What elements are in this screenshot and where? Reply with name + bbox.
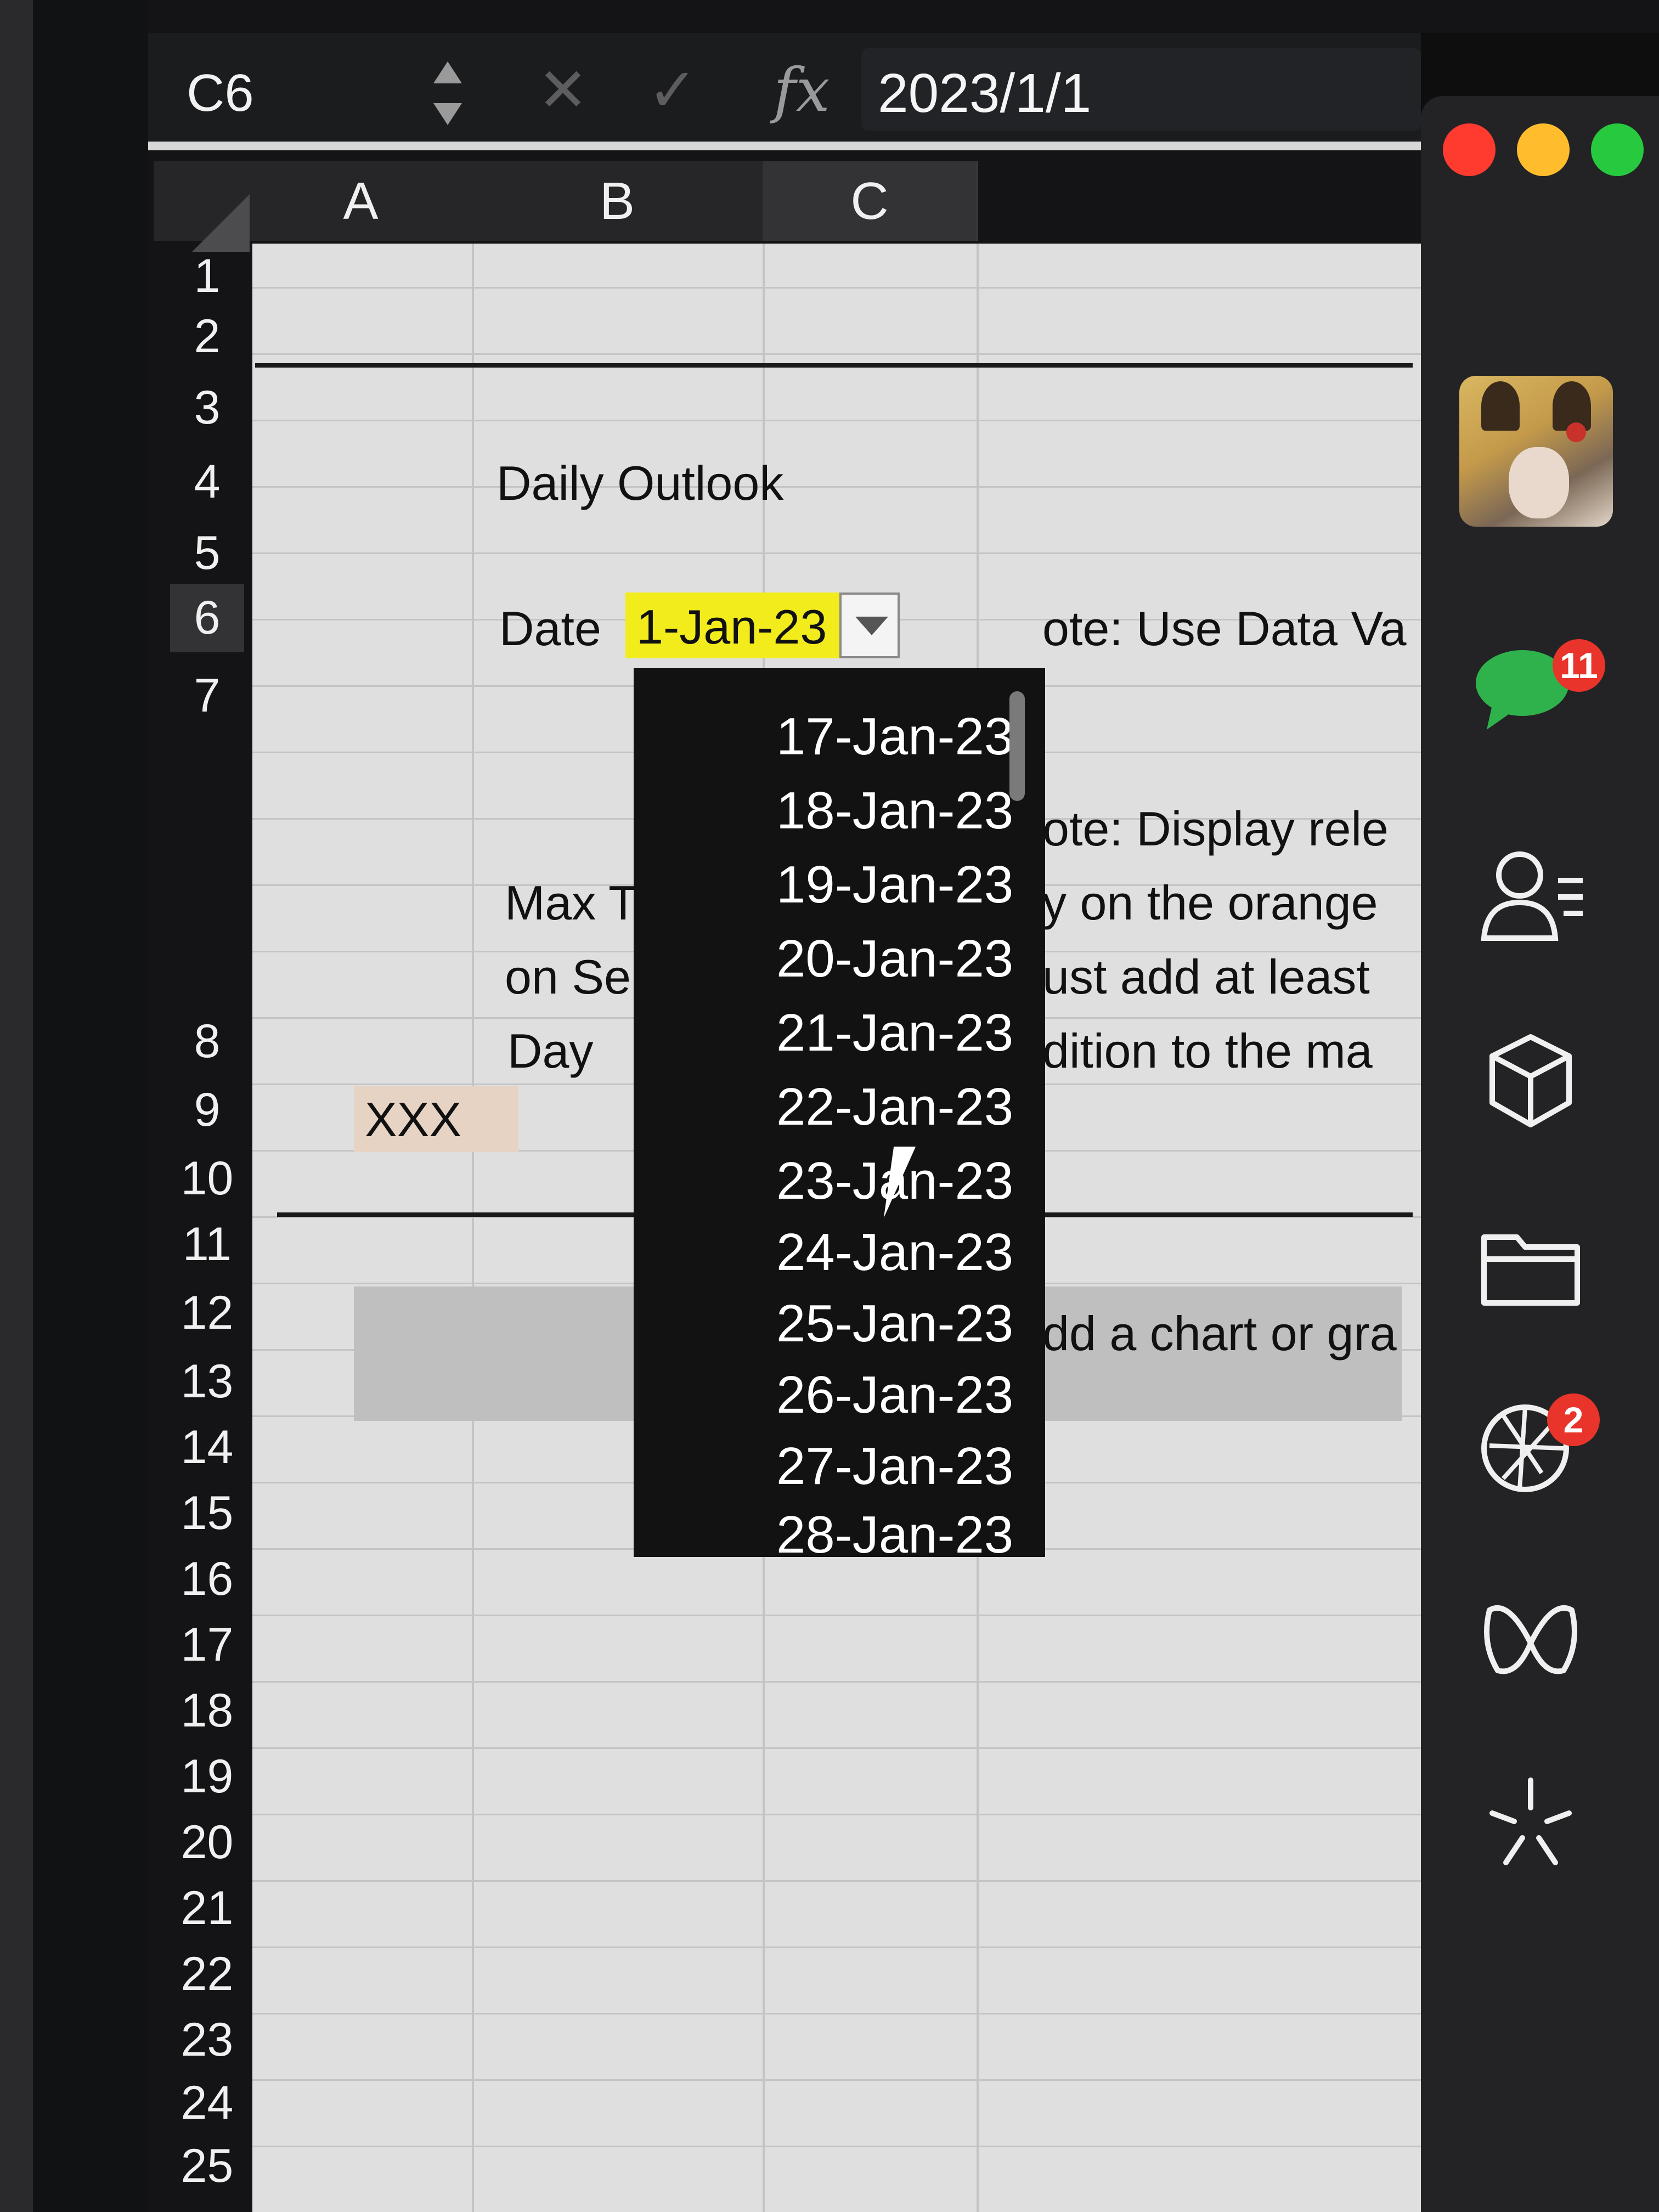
row-header-15[interactable]: 15	[170, 1486, 244, 1541]
dropdown-option[interactable]: 25-Jan-23	[776, 1294, 1013, 1354]
messages-badge: 11	[1553, 639, 1605, 692]
row-header-23[interactable]: 23	[170, 2013, 244, 2067]
row-header-25[interactable]: 25	[170, 2139, 244, 2193]
note-display-line1[interactable]: ote: Display rele	[1042, 801, 1389, 857]
row-header-12[interactable]: 12	[170, 1286, 244, 1340]
avatar-face	[1509, 447, 1569, 518]
dropdown-option[interactable]: 21-Jan-23	[776, 1003, 1013, 1063]
row-header-5[interactable]: 5	[170, 526, 244, 580]
dropdown-option[interactable]: 28-Jan-23	[776, 1505, 1013, 1557]
dropdown-button[interactable]	[839, 592, 900, 658]
contacts-icon[interactable]	[1470, 842, 1591, 952]
row-header-22[interactable]: 22	[170, 1947, 244, 2001]
dropdown-option[interactable]: 24-Jan-23	[776, 1222, 1013, 1283]
row-header-10[interactable]: 10	[170, 1152, 244, 1206]
date-label[interactable]: Date	[499, 601, 601, 657]
title-daily-outlook[interactable]: Daily Outlook	[496, 455, 783, 511]
note-data-validation[interactable]: ote: Use Data Va	[1042, 601, 1407, 657]
result-cell[interactable]: XXX	[354, 1086, 518, 1152]
dropdown-option[interactable]: 19-Jan-23	[776, 855, 1013, 915]
row-header-4[interactable]: 4	[170, 455, 244, 509]
row-header-6[interactable]: 6	[170, 584, 244, 652]
row-header-8[interactable]: 8	[170, 1014, 244, 1069]
row-header-14[interactable]: 14	[170, 1420, 244, 1475]
column-header-b[interactable]: B	[472, 161, 764, 241]
date-dropdown-list[interactable]: 17-Jan-23 18-Jan-23 19-Jan-23 20-Jan-23 …	[634, 668, 1045, 1557]
window-zoom-button[interactable]	[1591, 123, 1644, 176]
row-header-16[interactable]: 16	[170, 1552, 244, 1606]
select-all-corner[interactable]	[154, 161, 250, 252]
function-icon[interactable]: fx	[774, 55, 830, 125]
dropdown-option[interactable]: 22-Jan-23	[776, 1077, 1013, 1137]
corner-triangle-icon	[192, 194, 250, 252]
camera-badge: 2	[1547, 1393, 1600, 1446]
top-strip	[148, 0, 1659, 33]
row-header-7[interactable]: 7	[170, 669, 244, 723]
dropdown-option[interactable]: 26-Jan-23	[776, 1365, 1013, 1425]
row-header-24[interactable]: 24	[170, 2076, 244, 2130]
chevron-down-icon[interactable]	[433, 103, 462, 125]
formula-input[interactable]: 2023/1/1	[861, 48, 1421, 131]
row-header-9[interactable]: 9	[170, 1083, 244, 1137]
butterfly-icon[interactable]	[1470, 1588, 1591, 1698]
note-chart[interactable]: dd a chart or gra	[1042, 1306, 1397, 1362]
name-box-stepper[interactable]	[428, 55, 466, 137]
cube-icon[interactable]	[1470, 1026, 1591, 1136]
formula-divider	[148, 142, 1421, 150]
avatar[interactable]	[1459, 376, 1613, 527]
dropdown-option[interactable]: 20-Jan-23	[776, 929, 1013, 989]
row-header-17[interactable]: 17	[170, 1618, 244, 1672]
folder-icon[interactable]	[1470, 1210, 1591, 1319]
row-header-18[interactable]: 18	[170, 1684, 244, 1738]
window-close-button[interactable]	[1443, 123, 1496, 176]
note-display-line3[interactable]: ust add at least	[1042, 949, 1370, 1005]
column-header-c[interactable]: C	[763, 161, 978, 241]
row-header-19[interactable]: 19	[170, 1750, 244, 1804]
border-line	[255, 363, 1413, 368]
dropdown-option[interactable]: 17-Jan-23	[776, 707, 1013, 767]
column-header-a[interactable]: A	[250, 161, 473, 241]
cancel-icon[interactable]: ✕	[538, 55, 588, 125]
row-header-1[interactable]: 1	[170, 249, 244, 303]
dropdown-option[interactable]: 27-Jan-23	[776, 1436, 1013, 1497]
window-minimize-button[interactable]	[1517, 123, 1570, 176]
chevron-up-icon[interactable]	[433, 61, 462, 83]
row-header-20[interactable]: 20	[170, 1815, 244, 1870]
screen-bezel	[0, 0, 33, 2212]
row-header-2[interactable]: 2	[170, 309, 244, 364]
row-header-21[interactable]: 21	[170, 1881, 244, 1936]
formula-bar: C6 ✕ ✓ fx 2023/1/1	[148, 33, 1421, 145]
row-header-3[interactable]: 3	[170, 381, 244, 435]
confirm-icon[interactable]: ✓	[647, 55, 698, 125]
side-dock: 11 2	[1421, 96, 1659, 2212]
max-temp-label-line1[interactable]: Max T	[505, 875, 638, 931]
row-header-11[interactable]: 11	[170, 1217, 244, 1272]
avatar-ear	[1481, 381, 1520, 431]
window-edge	[33, 0, 148, 2212]
note-display-line4[interactable]: dition to the ma	[1042, 1023, 1373, 1079]
sparkle-icon[interactable]	[1470, 1769, 1591, 1879]
max-temp-label-line2[interactable]: on Sel	[505, 949, 642, 1005]
result-value: XXX	[365, 1092, 462, 1147]
day-label[interactable]: Day	[507, 1023, 594, 1079]
dropdown-scrollbar[interactable]	[1009, 691, 1025, 801]
row-header-13[interactable]: 13	[170, 1355, 244, 1409]
note-display-line2[interactable]: y on the orange	[1042, 875, 1378, 931]
chevron-down-icon	[855, 617, 888, 635]
selected-date-cell[interactable]: 1-Jan-23	[625, 592, 839, 658]
selected-date-value: 1-Jan-23	[636, 600, 827, 654]
avatar-cheek	[1566, 422, 1586, 442]
name-box[interactable]: C6	[187, 63, 329, 123]
dropdown-option[interactable]: 18-Jan-23	[776, 781, 1013, 841]
formula-value: 2023/1/1	[878, 63, 1092, 124]
